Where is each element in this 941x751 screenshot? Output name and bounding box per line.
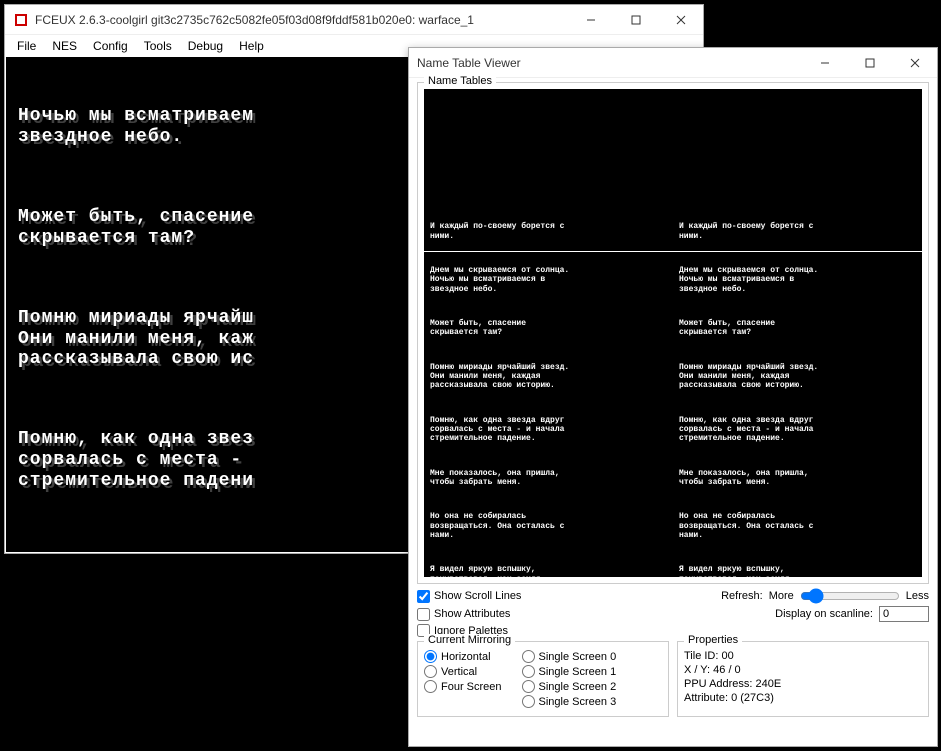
main-titlebar: FCEUX 2.6.3-coolgirl git3c2735c762c5082f… bbox=[5, 5, 703, 35]
show-scroll-lines-input[interactable] bbox=[417, 590, 430, 603]
prop-tile-id: Tile ID: 00 bbox=[684, 650, 922, 662]
main-window-buttons bbox=[568, 5, 703, 35]
properties-group: Properties Tile ID: 00 X / Y: 46 / 0 PPU… bbox=[677, 641, 929, 717]
app-icon bbox=[13, 12, 29, 28]
show-scroll-lines-label: Show Scroll Lines bbox=[434, 590, 521, 602]
mirroring-legend: Current Mirroring bbox=[424, 634, 515, 646]
nametable-right: И каждый по-своему борется с ними. Днем … bbox=[673, 89, 922, 577]
nt-text: Но она не собиралась возвращаться. Она о… bbox=[679, 512, 916, 540]
nametables-legend: Name Tables bbox=[424, 75, 496, 87]
nt-text: Может быть, спасение скрывается там? bbox=[679, 319, 916, 337]
minimize-button[interactable] bbox=[568, 5, 613, 35]
viewer-title: Name Table Viewer bbox=[417, 56, 802, 70]
prop-ppu: PPU Address: 240E bbox=[684, 678, 922, 690]
menu-file[interactable]: File bbox=[9, 37, 44, 55]
refresh-slider[interactable] bbox=[800, 588, 900, 604]
show-attributes-checkbox[interactable]: Show Attributes bbox=[417, 608, 510, 621]
mirroring-single2[interactable]: Single Screen 2 bbox=[522, 680, 617, 693]
scanline-label: Display on scanline: bbox=[775, 608, 873, 620]
properties-legend: Properties bbox=[684, 634, 742, 646]
show-attributes-label: Show Attributes bbox=[434, 608, 510, 620]
viewer-window-buttons bbox=[802, 48, 937, 78]
nt-text: И каждый по-своему борется с ними. bbox=[430, 222, 667, 240]
menu-help[interactable]: Help bbox=[231, 37, 272, 55]
viewer-window: Name Table Viewer Name Tables И каждый п… bbox=[408, 47, 938, 747]
nt-text: Помню, как одна звезда вдруг сорвалась с… bbox=[679, 416, 916, 444]
nametable-left: И каждый по-своему борется с ними. Днем … bbox=[424, 89, 673, 577]
controls-row-2: Show Attributes Display on scanline: bbox=[417, 606, 929, 622]
refresh-label: Refresh: bbox=[721, 590, 763, 602]
show-scroll-lines-checkbox[interactable]: Show Scroll Lines bbox=[417, 590, 521, 603]
nt-text: Мне показалось, она пришла, чтобы забрат… bbox=[679, 469, 916, 487]
show-attributes-input[interactable] bbox=[417, 608, 430, 621]
mirroring-single1[interactable]: Single Screen 1 bbox=[522, 665, 617, 678]
nt-text: Я видел яркую вспышку, почувствовал, как… bbox=[430, 565, 667, 577]
nt-text: Днем мы скрываемся от солнца. Ночью мы в… bbox=[679, 266, 916, 294]
refresh-more-label: More bbox=[769, 590, 794, 602]
close-button[interactable] bbox=[892, 48, 937, 78]
prop-attribute: Attribute: 0 (27C3) bbox=[684, 692, 922, 704]
nt-text: Но она не собиралась возвращаться. Она о… bbox=[430, 512, 667, 540]
main-title: FCEUX 2.6.3-coolgirl git3c2735c762c5082f… bbox=[35, 13, 568, 27]
menu-nes[interactable]: NES bbox=[44, 37, 85, 55]
nametables-group: Name Tables И каждый по-своему борется с… bbox=[417, 82, 929, 584]
scanline-input[interactable] bbox=[879, 606, 929, 622]
nt-text: Помню мириады ярчайший звезд. Они манили… bbox=[430, 363, 667, 391]
prop-xy: X / Y: 46 / 0 bbox=[684, 664, 922, 676]
mirroring-single3[interactable]: Single Screen 3 bbox=[522, 695, 617, 708]
nt-text: Помню, как одна звезда вдруг сорвалась с… bbox=[430, 416, 667, 444]
bottom-panels: Current Mirroring Horizontal Vertical Fo… bbox=[417, 641, 929, 721]
mirroring-single0[interactable]: Single Screen 0 bbox=[522, 650, 617, 663]
maximize-button[interactable] bbox=[613, 5, 658, 35]
menu-config[interactable]: Config bbox=[85, 37, 136, 55]
nt-text: Помню мириады ярчайший звезд. Они манили… bbox=[679, 363, 916, 391]
mirroring-fourscreen[interactable]: Four Screen bbox=[424, 680, 502, 693]
nt-text: Может быть, спасение скрывается там? bbox=[430, 319, 667, 337]
nametable-display[interactable]: И каждый по-своему борется с ними. Днем … bbox=[424, 89, 922, 577]
controls-row-1: Show Scroll Lines Refresh: More Less bbox=[417, 588, 929, 604]
mirroring-vertical[interactable]: Vertical bbox=[424, 665, 502, 678]
close-button[interactable] bbox=[658, 5, 703, 35]
mirroring-group: Current Mirroring Horizontal Vertical Fo… bbox=[417, 641, 669, 717]
nt-text: Мне показалось, она пришла, чтобы забрат… bbox=[430, 469, 667, 487]
minimize-button[interactable] bbox=[802, 48, 847, 78]
nt-text: И каждый по-своему борется с ними. bbox=[679, 222, 916, 240]
menu-tools[interactable]: Tools bbox=[136, 37, 180, 55]
viewer-body: Name Tables И каждый по-своему борется с… bbox=[409, 78, 937, 725]
nt-text: Я видел яркую вспышку, почувствовал, как… bbox=[679, 565, 916, 577]
menu-debug[interactable]: Debug bbox=[180, 37, 231, 55]
nt-text: Днем мы скрываемся от солнца. Ночью мы в… bbox=[430, 266, 667, 294]
viewer-titlebar: Name Table Viewer bbox=[409, 48, 937, 78]
maximize-button[interactable] bbox=[847, 48, 892, 78]
refresh-less-label: Less bbox=[906, 590, 929, 602]
mirroring-horizontal[interactable]: Horizontal bbox=[424, 650, 502, 663]
scroll-line-horizontal bbox=[424, 251, 922, 252]
